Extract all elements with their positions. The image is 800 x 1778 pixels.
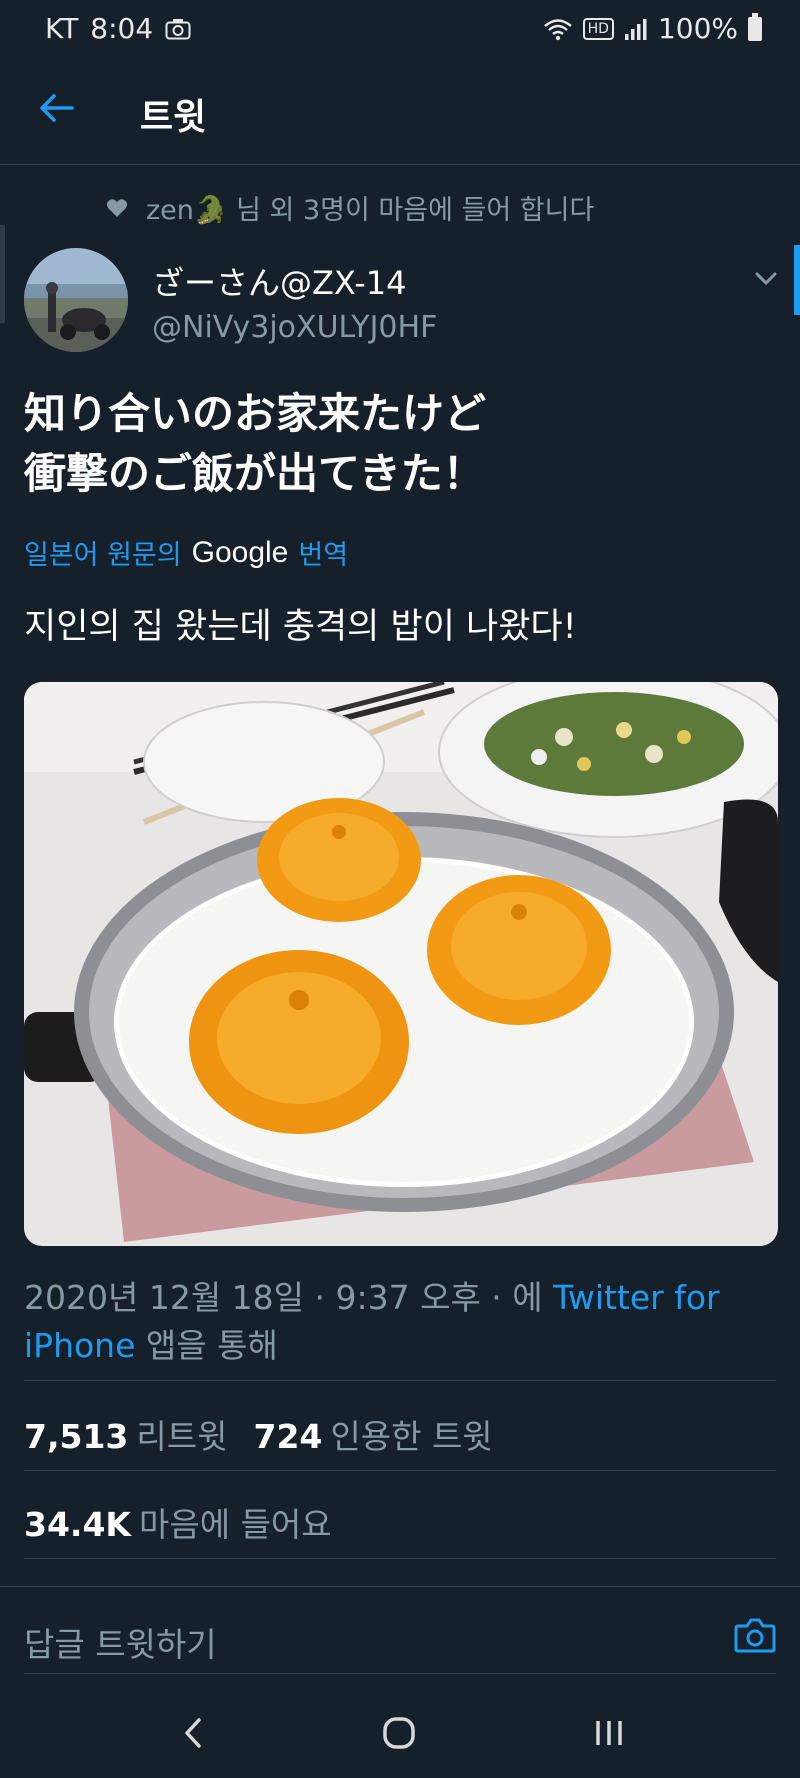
clock: 8:04 [90, 12, 154, 45]
google-logo: Google [191, 535, 289, 569]
translate-link[interactable]: 일본어 원문의 Google 번역 [24, 533, 348, 572]
retweet-count[interactable]: 7,513 [24, 1417, 128, 1456]
divider [0, 1586, 800, 1587]
app-bar: 트윗 [0, 58, 800, 165]
nav-back-icon[interactable] [168, 1710, 218, 1756]
source-suffix: 앱을 통해 [145, 1326, 278, 1365]
tweet-timestamp: 2020년 12월 18일 · 9:37 오후 · 에 Twitter for … [24, 1274, 764, 1370]
liked-by-context[interactable]: zen🐊 님 외 3명이 마음에 들어 합니다 [106, 188, 594, 227]
camera-icon[interactable] [734, 1616, 776, 1654]
quote-count[interactable]: 724 [253, 1417, 322, 1456]
liked-by-name: zen🐊 [146, 195, 228, 226]
retweet-stats: 7,513 리트윗 724 인용한 트윗 [24, 1410, 493, 1458]
translated-text: 지인의 집 왔는데 충격의 밥이 나왔다! [24, 607, 577, 647]
back-arrow-icon[interactable] [36, 88, 76, 128]
screenshot-icon [165, 18, 191, 39]
nav-recents-icon[interactable] [584, 1710, 634, 1756]
translate-action: 번역 [298, 540, 349, 571]
system-nav-bar [0, 1688, 800, 1778]
signal-icon [624, 18, 647, 40]
retweet-label[interactable]: 리트윗 [136, 1410, 227, 1458]
hd-voice-badge: HD [582, 17, 614, 40]
translate-source-label: 일본어 원문의 [24, 540, 182, 571]
avatar[interactable] [24, 248, 128, 352]
like-stats: 34.4K 마음에 들어요 [24, 1498, 332, 1546]
divider [24, 1380, 776, 1381]
liked-by-text: 님 외 3명이 마음에 들어 합니다 [236, 195, 595, 226]
nav-home-icon[interactable] [374, 1710, 424, 1756]
scroll-indicator [794, 245, 800, 315]
scroll-edge-left [0, 225, 5, 323]
divider [24, 1470, 776, 1471]
page-title: 트윗 [140, 97, 207, 138]
timestamp-text: 2020년 12월 18일 · 9:37 오후 · 에 [24, 1278, 543, 1317]
reply-input[interactable]: 답글 트윗하기 [24, 1618, 217, 1666]
like-count[interactable]: 34.4K [24, 1505, 131, 1544]
like-label[interactable]: 마음에 들어요 [139, 1498, 332, 1546]
avatar-image [24, 248, 128, 352]
carrier-label: KT [45, 12, 79, 45]
tweet-text: 知り合いのお家来たけど 衝撃のご飯が出てきた！ [24, 384, 764, 504]
wifi-icon [543, 18, 572, 40]
author-handle[interactable]: @NiVy3joXULYJ0HF [152, 310, 437, 345]
battery-icon [748, 12, 762, 41]
tweet-text-line: 衝撃のご飯が出てきた！ [24, 449, 485, 498]
status-bar: KT 8:04 HD 100% [0, 0, 800, 58]
divider [24, 1558, 776, 1559]
divider [24, 1673, 776, 1674]
chevron-down-icon[interactable] [755, 272, 777, 286]
author-display-name[interactable]: ざーさん@ZX-14 [152, 258, 407, 304]
quote-label[interactable]: 인용한 트윗 [330, 1410, 492, 1458]
tweet-image [24, 682, 778, 1246]
tweet-photo[interactable] [24, 682, 778, 1246]
battery-percent: 100% [657, 12, 738, 45]
tweet-text-line: 知り合いのお家来たけど [24, 389, 487, 438]
heart-icon [106, 198, 128, 217]
